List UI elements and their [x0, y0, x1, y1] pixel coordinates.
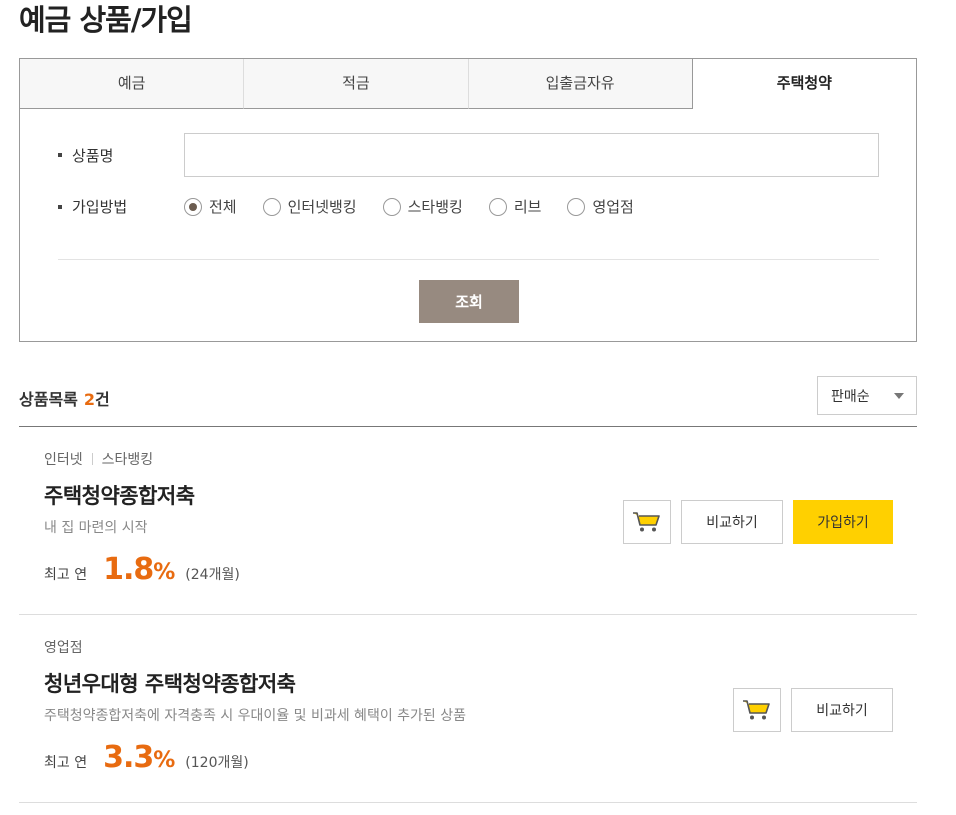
- product-channels: 인터넷 스타뱅킹: [44, 449, 153, 469]
- rate-term: (24개월): [185, 567, 240, 583]
- rate-value: 1.8: [103, 552, 154, 587]
- search-button[interactable]: 조회: [419, 280, 519, 323]
- compare-button[interactable]: 비교하기: [681, 500, 783, 544]
- radio-branch[interactable]: 영업점: [567, 196, 634, 217]
- product-actions: 비교하기 가입하기: [623, 500, 893, 544]
- product-channels: 영업점: [44, 637, 83, 657]
- radio-internet-banking[interactable]: 인터넷뱅킹: [262, 196, 357, 217]
- join-method-label: 가입방법: [72, 198, 128, 216]
- radio-label: 인터넷뱅킹: [287, 198, 357, 216]
- bullet-icon: [58, 204, 62, 209]
- join-button[interactable]: 가입하기: [793, 500, 893, 544]
- rate-prefix: 최고 연: [44, 755, 88, 771]
- tab-savings[interactable]: 적금: [244, 59, 469, 109]
- channel-label: 스타뱅킹: [101, 452, 154, 468]
- tab-housing-subscription[interactable]: 주택청약: [692, 59, 916, 109]
- product-item: 영업점 청년우대형 주택청약종합저축 주택청약종합저축에 자격충족 시 우대이율…: [19, 615, 917, 803]
- list-count-unit: 건: [95, 390, 110, 409]
- product-rate: 최고 연 3.3% (120개월): [44, 740, 249, 775]
- channel-separator: [91, 453, 93, 465]
- rate-prefix: 최고 연: [44, 567, 88, 583]
- radio-unchecked-icon[interactable]: [382, 197, 401, 216]
- product-description: 주택청약종합저축에 자격충족 시 우대이율 및 비과세 혜택이 추가된 상품: [44, 708, 466, 724]
- product-list-header: 상품목록 2건 판매순: [19, 376, 917, 427]
- compare-button[interactable]: 비교하기: [791, 688, 893, 732]
- product-name-input[interactable]: [184, 133, 879, 177]
- radio-star-banking[interactable]: 스타뱅킹: [382, 196, 463, 217]
- radio-label: 영업점: [592, 198, 634, 216]
- radio-unchecked-icon[interactable]: [262, 197, 281, 216]
- channel-label: 영업점: [44, 640, 83, 656]
- rate-unit: %: [153, 748, 176, 773]
- bullet-icon: [58, 153, 62, 157]
- join-method-row: 가입방법 전체 인터넷뱅킹 스타뱅킹 리브 영업점: [58, 196, 660, 217]
- product-tabs: 예금 적금 입출금자유 주택청약: [20, 59, 916, 109]
- product-name-label: 상품명: [72, 146, 114, 165]
- product-actions: 비교하기: [733, 688, 893, 732]
- product-name[interactable]: 청년우대형 주택청약종합저축: [44, 668, 296, 698]
- list-count: 2: [83, 390, 96, 409]
- product-name-row: 상품명: [58, 133, 879, 177]
- radio-unchecked-icon[interactable]: [488, 197, 507, 216]
- cart-icon: [743, 700, 770, 720]
- rate-term: (120개월): [185, 755, 249, 771]
- radio-label: 리브: [513, 198, 542, 216]
- sort-select-value: 판매순: [831, 388, 870, 405]
- radio-unchecked-icon[interactable]: [567, 197, 586, 216]
- product-item: 인터넷 스타뱅킹 주택청약종합저축 내 집 마련의 시작 최고 연 1.8% (…: [19, 427, 917, 615]
- cart-button[interactable]: [623, 500, 671, 544]
- product-rate: 최고 연 1.8% (24개월): [44, 552, 240, 587]
- product-list-title: 상품목록 2건: [19, 386, 110, 410]
- cart-icon: [633, 512, 660, 532]
- radio-liiv[interactable]: 리브: [488, 196, 542, 217]
- page-title: 예금 상품/가입: [19, 3, 193, 37]
- radio-all[interactable]: 전체: [184, 196, 237, 217]
- chevron-down-icon: [894, 393, 904, 399]
- join-method-radio-group: 전체 인터넷뱅킹 스타뱅킹 리브 영업점: [184, 196, 660, 217]
- channel-label: 인터넷: [44, 452, 83, 468]
- radio-label: 전체: [209, 198, 237, 216]
- rate-unit: %: [153, 560, 176, 585]
- tab-checking[interactable]: 입출금자유: [468, 59, 693, 109]
- rate-value: 3.3: [103, 740, 154, 775]
- radio-label: 스타뱅킹: [407, 198, 463, 216]
- list-title-text: 상품목록: [19, 390, 78, 409]
- cart-button[interactable]: [733, 688, 781, 732]
- radio-checked-icon[interactable]: [184, 197, 202, 216]
- sort-select[interactable]: 판매순: [817, 376, 917, 415]
- form-divider: [58, 259, 879, 260]
- product-description: 내 집 마련의 시작: [44, 520, 148, 536]
- tab-deposit[interactable]: 예금: [20, 59, 245, 109]
- search-panel: 예금 적금 입출금자유 주택청약 상품명 가입방법 전체 인터넷뱅킹 스타뱅킹: [19, 58, 917, 342]
- product-name[interactable]: 주택청약종합저축: [44, 480, 195, 510]
